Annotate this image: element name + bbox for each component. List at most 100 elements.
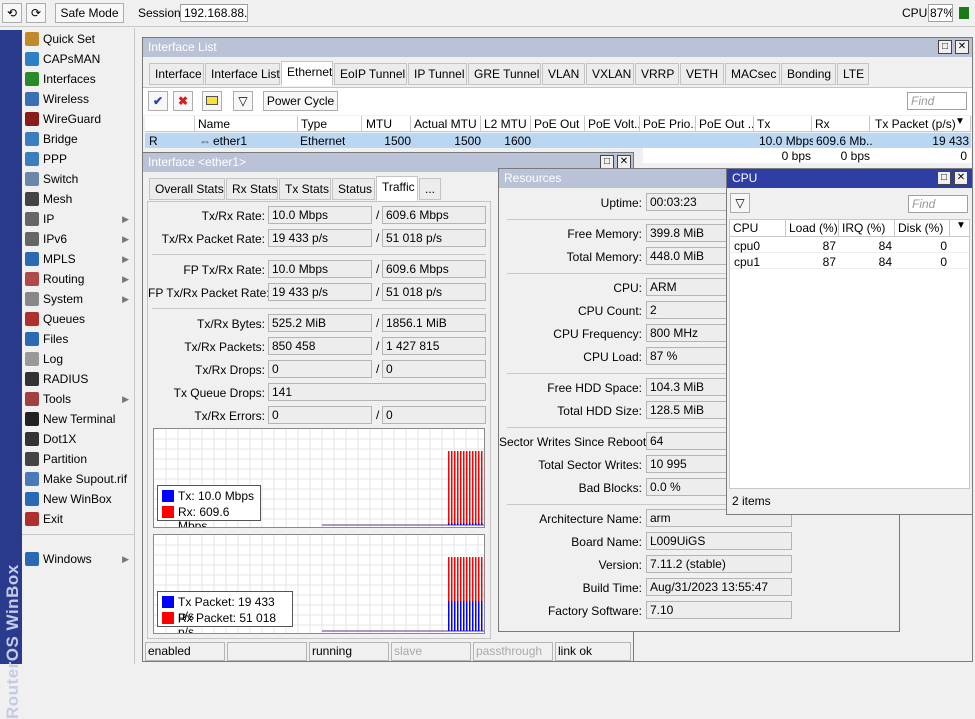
sidebar-item-exit[interactable]: Exit bbox=[22, 509, 135, 529]
maximize-button[interactable]: □ bbox=[937, 171, 951, 185]
tx-rx-drops-label: Tx/Rx Drops: bbox=[194, 363, 265, 377]
column-header-tx[interactable]: Tx bbox=[754, 116, 812, 132]
maximize-button[interactable]: □ bbox=[938, 40, 952, 54]
column-header-cpu[interactable]: CPU bbox=[730, 220, 786, 236]
column-header-flags[interactable] bbox=[145, 116, 195, 132]
sidebar-item-new-terminal[interactable]: New Terminal bbox=[22, 409, 135, 429]
tab-interface[interactable]: Interface bbox=[149, 63, 204, 85]
disable-button[interactable]: ✖ bbox=[173, 91, 193, 111]
tab-bonding[interactable]: Bonding bbox=[781, 63, 836, 85]
sidebar-item-routing[interactable]: Routing ▶ bbox=[22, 269, 135, 289]
sidebar-item-new-winbox[interactable]: New WinBox bbox=[22, 489, 135, 509]
session-field[interactable]: 192.168.88.1 bbox=[180, 4, 248, 22]
tab-vrrp[interactable]: VRRP bbox=[635, 63, 679, 85]
sidebar-item-make-supout-rif[interactable]: Make Supout.rif bbox=[22, 469, 135, 489]
column-header-type[interactable]: Type bbox=[298, 116, 362, 132]
tab-ethernet[interactable]: Ethernet bbox=[281, 61, 333, 86]
close-button[interactable]: ✕ bbox=[954, 171, 968, 185]
maximize-button[interactable]: □ bbox=[600, 155, 614, 169]
tab-vxlan[interactable]: VXLAN bbox=[586, 63, 634, 85]
filter-button[interactable]: ▽ bbox=[233, 91, 253, 111]
sidebar-item-log[interactable]: Log bbox=[22, 349, 135, 369]
tab-gre-tunnel[interactable]: GRE Tunnel bbox=[468, 63, 541, 85]
column-header-poe-out[interactable]: PoE Out bbox=[531, 116, 585, 132]
filter-button[interactable]: ▽ bbox=[730, 193, 750, 213]
sidebar-item-ipv6[interactable]: IPv6 ▶ bbox=[22, 229, 135, 249]
column-header-irq[interactable]: IRQ (%) bbox=[839, 220, 895, 236]
column-header-disk[interactable]: Disk (%) bbox=[895, 220, 950, 236]
sidebar-item-mpls[interactable]: MPLS ▶ bbox=[22, 249, 135, 269]
table-row[interactable]: cpu0 87 84 0 bbox=[730, 238, 969, 253]
tab-veth[interactable]: VETH bbox=[680, 63, 724, 85]
tx-rx-packet-rate-label: Tx/Rx Packet Rate: bbox=[161, 232, 265, 246]
sidebar-item-switch[interactable]: Switch bbox=[22, 169, 135, 189]
row-rx: 0 bps bbox=[840, 149, 870, 163]
sidebar-item-mesh[interactable]: Mesh bbox=[22, 189, 135, 209]
tab-more[interactable]: ... bbox=[419, 178, 441, 200]
tab-eoip-tunnel[interactable]: EoIP Tunnel bbox=[334, 63, 407, 85]
sidebar-item-windows[interactable]: Windows ▶ bbox=[22, 549, 135, 569]
tab-rx-stats[interactable]: Rx Stats bbox=[226, 178, 278, 200]
column-header-poe-prio[interactable]: PoE Prio... bbox=[640, 116, 696, 132]
tab-macsec[interactable]: MACsec bbox=[725, 63, 780, 85]
power-cycle-button[interactable]: Power Cycle bbox=[263, 91, 338, 111]
sidebar-item-ip[interactable]: IP ▶ bbox=[22, 209, 135, 229]
find-input[interactable]: Find bbox=[908, 195, 968, 213]
table-row[interactable]: 0 bps 0 bps 0 bbox=[643, 148, 971, 163]
sidebar-item-ppp[interactable]: PPP bbox=[22, 149, 135, 169]
routing-icon bbox=[25, 272, 39, 286]
sidebar-item-radius[interactable]: RADIUS bbox=[22, 369, 135, 389]
tab-lte[interactable]: LTE bbox=[837, 63, 869, 85]
enable-button[interactable]: ✔ bbox=[148, 91, 168, 111]
cpu-titlebar[interactable]: CPU bbox=[727, 169, 972, 188]
column-header-name[interactable]: Name bbox=[195, 116, 298, 132]
tab-tx-stats[interactable]: Tx Stats bbox=[279, 178, 331, 200]
sidebar-item-quick-set[interactable]: Quick Set bbox=[22, 29, 135, 49]
sidebar-item-dot1x[interactable]: Dot1X bbox=[22, 429, 135, 449]
rx-bar bbox=[472, 451, 474, 525]
tx-bar bbox=[460, 601, 462, 631]
redo-button[interactable]: ⟳ bbox=[26, 3, 46, 23]
column-header-poe-volt[interactable]: PoE Volt... bbox=[585, 116, 640, 132]
interface-list-titlebar[interactable]: Interface List bbox=[143, 38, 972, 57]
windows-icon bbox=[25, 552, 39, 566]
tx-rx-packet-rate-rx-value: 51 018 p/s bbox=[382, 229, 486, 247]
column-header-load[interactable]: Load (%) bbox=[786, 220, 839, 236]
tab-traffic[interactable]: Traffic bbox=[376, 176, 418, 201]
column-header-rx[interactable]: Rx bbox=[812, 116, 870, 132]
tab-ip-tunnel[interactable]: IP Tunnel bbox=[408, 63, 467, 85]
undo-button[interactable]: ⟲ bbox=[2, 3, 22, 23]
table-row[interactable]: R ⇔ ether1 Ethernet 1500 1500 1600 10.0 … bbox=[145, 133, 971, 148]
comment-button[interactable] bbox=[202, 91, 222, 111]
sidebar-item-queues[interactable]: Queues bbox=[22, 309, 135, 329]
cpu-name: cpu1 bbox=[734, 255, 761, 269]
close-button[interactable]: ✕ bbox=[617, 155, 631, 169]
sidebar-item-wireguard[interactable]: WireGuard bbox=[22, 109, 135, 129]
sort-dropdown-icon[interactable]: ▼ bbox=[955, 116, 965, 127]
sidebar-item-tools[interactable]: Tools ▶ bbox=[22, 389, 135, 409]
close-button[interactable]: ✕ bbox=[955, 40, 969, 54]
sidebar-item-capsman[interactable]: CAPsMAN bbox=[22, 49, 135, 69]
sidebar-item-files[interactable]: Files bbox=[22, 329, 135, 349]
column-header-l2-mtu[interactable]: L2 MTU bbox=[481, 116, 531, 132]
tab-vlan[interactable]: VLAN bbox=[542, 63, 585, 85]
sidebar-item-interfaces[interactable]: Interfaces bbox=[22, 69, 135, 89]
sidebar-item-bridge[interactable]: Bridge bbox=[22, 129, 135, 149]
tx-bar bbox=[463, 523, 465, 525]
tab-status[interactable]: Status bbox=[332, 178, 375, 200]
interface-detail-tabs: Overall Stats Rx Stats Tx Stats Status Traff… bbox=[149, 176, 449, 202]
cpu-irq: 84 bbox=[878, 239, 892, 253]
sort-dropdown-icon[interactable]: ▼ bbox=[956, 220, 966, 231]
sidebar-item-system[interactable]: System ▶ bbox=[22, 289, 135, 309]
column-header-mtu[interactable]: MTU bbox=[363, 116, 411, 132]
sidebar-item-partition[interactable]: Partition bbox=[22, 449, 135, 469]
find-input[interactable]: Find bbox=[907, 92, 967, 110]
column-header-poe-out[interactable]: PoE Out ... bbox=[696, 116, 754, 132]
column-header-actual-mtu[interactable]: Actual MTU bbox=[411, 116, 481, 132]
tab-overall-stats[interactable]: Overall Stats bbox=[149, 178, 225, 200]
sidebar-item-wireless[interactable]: Wireless bbox=[22, 89, 135, 109]
table-row[interactable]: cpu1 87 84 0 bbox=[730, 254, 969, 269]
safe-mode-button[interactable]: Safe Mode bbox=[55, 3, 124, 23]
row-tx-packet: 19 433 bbox=[932, 134, 969, 148]
tab-interface-list[interactable]: Interface List bbox=[205, 63, 280, 85]
